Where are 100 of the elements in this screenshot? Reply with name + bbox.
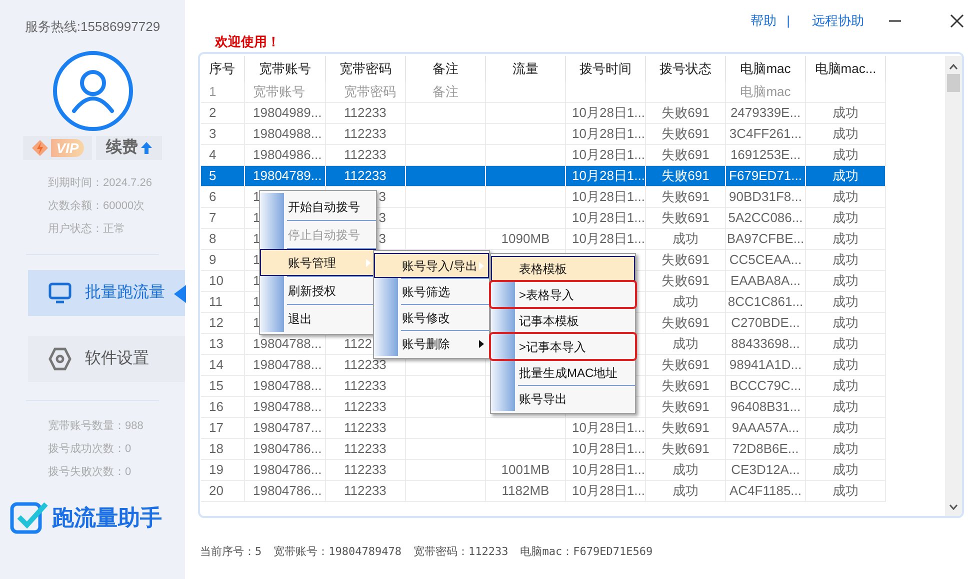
table-cell[interactable]: 8CC1C861... bbox=[726, 292, 805, 312]
table-cell[interactable]: 4 bbox=[201, 145, 244, 165]
menu-item[interactable]: 表格模板 bbox=[491, 256, 635, 281]
menu-item[interactable]: 账号修改 bbox=[374, 305, 489, 330]
table-cell[interactable]: 成功 bbox=[806, 439, 885, 459]
table-cell[interactable]: 成功 bbox=[806, 481, 885, 501]
table-cell[interactable]: C270BDE... bbox=[726, 313, 805, 333]
column-header[interactable]: 拨号时间 bbox=[566, 56, 646, 82]
table-cell[interactable]: 9 bbox=[201, 250, 244, 270]
table-cell[interactable]: 成功 bbox=[806, 460, 885, 480]
table-cell[interactable]: 2 bbox=[201, 103, 244, 123]
table-cell[interactable]: 112233 bbox=[326, 460, 405, 480]
table-cell[interactable]: 10月28日1... bbox=[566, 208, 645, 228]
table-cell[interactable]: EAABA8A... bbox=[726, 271, 805, 291]
column-header[interactable]: 电脑mac... bbox=[806, 56, 886, 82]
remote-assist-link[interactable]: 远程协助 bbox=[812, 11, 864, 31]
table-cell[interactable]: 10月28日1... bbox=[566, 418, 645, 438]
table-cell[interactable]: BCCC79C... bbox=[726, 376, 805, 396]
table-cell[interactable]: 10月28日1... bbox=[566, 439, 645, 459]
table-cell[interactable]: 3 bbox=[201, 124, 244, 144]
table-cell[interactable]: 失败691 bbox=[646, 397, 725, 417]
table-cell[interactable]: 成功 bbox=[806, 208, 885, 228]
menu-item[interactable]: 账号管理 bbox=[260, 249, 376, 276]
table-cell[interactable]: 11 bbox=[201, 292, 244, 312]
table-cell[interactable]: 成功 bbox=[806, 229, 885, 249]
table-cell[interactable]: 19804788... bbox=[245, 397, 325, 417]
nav-item[interactable]: 批量跑流量 bbox=[28, 270, 185, 316]
table-cell[interactable]: 98941A1D... bbox=[726, 355, 805, 375]
table-cell[interactable]: 16 bbox=[201, 397, 244, 417]
table-cell[interactable]: 失败691 bbox=[646, 376, 725, 396]
table-cell[interactable]: BA97CFBE... bbox=[726, 229, 805, 249]
menu-item[interactable]: 退出 bbox=[260, 305, 376, 332]
table-cell[interactable]: 112233 bbox=[326, 124, 405, 144]
menu-item[interactable]: 账号删除 bbox=[374, 331, 489, 356]
table-cell[interactable]: 失败691 bbox=[646, 313, 725, 333]
menu-item[interactable]: 记事本模板 bbox=[491, 308, 635, 333]
table-cell[interactable]: 112233 bbox=[326, 355, 405, 375]
table-cell[interactable]: 19 bbox=[201, 460, 244, 480]
table-cell[interactable]: 10 bbox=[201, 271, 244, 291]
table-cell[interactable]: 成功 bbox=[646, 460, 725, 480]
table-cell[interactable]: 7 bbox=[201, 208, 244, 228]
column-header[interactable]: 备注 bbox=[406, 56, 486, 82]
table-cell[interactable]: 10月28日1... bbox=[566, 124, 645, 144]
table-cell[interactable]: 19804786... bbox=[245, 460, 325, 480]
table-cell[interactable]: 失败691 bbox=[646, 124, 725, 144]
table-cell[interactable]: 成功 bbox=[806, 145, 885, 165]
table-cell[interactable]: 失败691 bbox=[646, 145, 725, 165]
table-cell[interactable]: 19804786... bbox=[245, 439, 325, 459]
table-cell[interactable]: 19804787... bbox=[245, 418, 325, 438]
table-cell[interactable]: 1182MB bbox=[486, 481, 565, 501]
table-cell[interactable]: 10月28日1... bbox=[566, 229, 645, 249]
table-cell[interactable]: 成功 bbox=[806, 187, 885, 207]
table-cell[interactable]: 成功 bbox=[806, 418, 885, 438]
column-header[interactable]: 宽带账号 bbox=[245, 56, 326, 82]
table-cell[interactable]: 1691253E... bbox=[726, 145, 805, 165]
column-header[interactable]: 序号 bbox=[201, 56, 245, 82]
table-cell[interactable]: CE3D12A... bbox=[726, 460, 805, 480]
table-cell[interactable]: 成功 bbox=[806, 376, 885, 396]
table-cell[interactable]: 失败691 bbox=[646, 187, 725, 207]
table-cell[interactable]: 成功 bbox=[806, 271, 885, 291]
table-cell[interactable]: 失败691 bbox=[646, 250, 725, 270]
table-cell[interactable]: 6 bbox=[201, 187, 244, 207]
menu-item[interactable]: 刷新授权 bbox=[260, 277, 376, 304]
table-cell[interactable]: 2479339E... bbox=[726, 103, 805, 123]
table-cell[interactable]: 失败691 bbox=[646, 418, 725, 438]
table-cell[interactable]: 112233 bbox=[326, 418, 405, 438]
table-cell[interactable]: 112233 bbox=[326, 481, 405, 501]
table-cell[interactable]: 成功 bbox=[646, 334, 725, 354]
table-cell[interactable]: 112233 bbox=[326, 439, 405, 459]
table-cell[interactable]: 12 bbox=[201, 313, 244, 333]
table-cell[interactable]: 失败691 bbox=[646, 355, 725, 375]
table-cell[interactable]: 112233 bbox=[326, 103, 405, 123]
table-cell[interactable]: 成功 bbox=[806, 166, 885, 186]
menu-item[interactable]: 批量生成MAC地址 bbox=[491, 360, 635, 385]
table-cell[interactable]: 10月28日1... bbox=[566, 166, 645, 186]
table-cell[interactable]: 1090MB bbox=[486, 229, 565, 249]
nav-item[interactable]: 软件设置 bbox=[28, 336, 185, 382]
menu-item[interactable]: 账号导入/导出 bbox=[374, 253, 489, 278]
table-cell[interactable]: 112233 bbox=[326, 376, 405, 396]
table-cell[interactable]: F679ED71... bbox=[726, 166, 805, 186]
table-cell[interactable]: 成功 bbox=[806, 103, 885, 123]
table-cell[interactable]: 18 bbox=[201, 439, 244, 459]
table-cell[interactable]: 成功 bbox=[646, 229, 725, 249]
table-cell[interactable]: 14 bbox=[201, 355, 244, 375]
column-header[interactable]: 宽带密码 bbox=[326, 56, 406, 82]
table-cell[interactable]: 10月28日1... bbox=[566, 103, 645, 123]
table-cell[interactable]: 成功 bbox=[806, 313, 885, 333]
renew-button[interactable]: 续费 bbox=[96, 136, 162, 160]
table-cell[interactable]: 成功 bbox=[646, 481, 725, 501]
column-header[interactable]: 拨号状态 bbox=[646, 56, 726, 82]
menu-item[interactable]: >记事本导入 bbox=[491, 334, 635, 359]
table-cell[interactable]: 10月28日1... bbox=[566, 481, 645, 501]
table-cell[interactable]: 成功 bbox=[806, 124, 885, 144]
table-cell[interactable]: 112233 bbox=[326, 166, 405, 186]
table-cell[interactable]: 112233 bbox=[326, 145, 405, 165]
table-cell[interactable]: 失败691 bbox=[646, 439, 725, 459]
table-cell[interactable]: 10月28日1... bbox=[566, 460, 645, 480]
table-cell[interactable]: 成功 bbox=[806, 292, 885, 312]
table-cell[interactable]: 17 bbox=[201, 418, 244, 438]
table-cell[interactable]: 112233 bbox=[326, 397, 405, 417]
